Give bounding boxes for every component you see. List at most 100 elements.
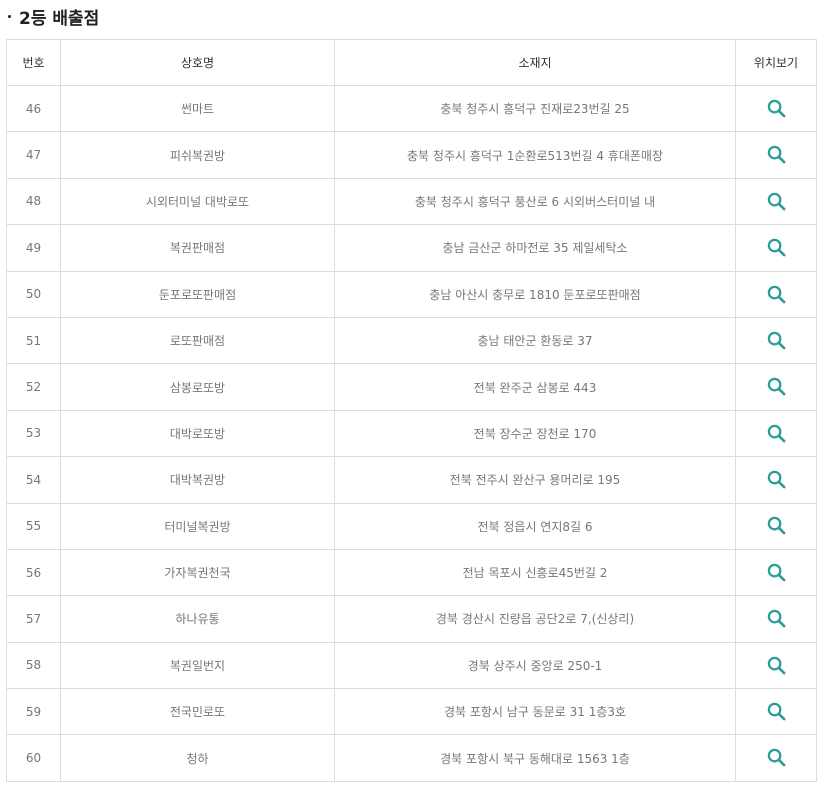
row-address: 경북 상주시 중앙로 250-1 bbox=[334, 641, 736, 690]
row-number: 54 bbox=[6, 456, 61, 504]
table-row: 58 복권일번지 경북 상주시 중앙로 250-1 bbox=[6, 641, 817, 690]
row-store-name: 복권판매점 bbox=[60, 224, 335, 272]
header-number: 번호 bbox=[6, 39, 61, 86]
row-number: 47 bbox=[6, 131, 61, 179]
search-icon bbox=[767, 702, 785, 721]
row-store-name: 삼봉로또방 bbox=[60, 363, 335, 411]
row-number: 60 bbox=[6, 734, 61, 782]
view-location-button[interactable] bbox=[764, 328, 788, 352]
view-location-button[interactable] bbox=[764, 653, 788, 677]
row-store-name: 전국민로또 bbox=[60, 688, 335, 736]
row-location-cell bbox=[735, 548, 817, 597]
header-location: 위치보기 bbox=[735, 39, 817, 86]
table-row: 59 전국민로또 경북 포항시 남구 동문로 31 1층3호 bbox=[6, 688, 817, 736]
row-number: 56 bbox=[6, 548, 61, 597]
row-address: 전북 정읍시 연지8길 6 bbox=[334, 502, 736, 550]
search-icon bbox=[767, 285, 785, 303]
row-location-cell bbox=[735, 688, 817, 736]
row-address: 충남 금산군 하마전로 35 제일세탁소 bbox=[334, 224, 736, 272]
table-row: 57 하나유통 경북 경산시 진량읍 공단2로 7,(신상리) bbox=[6, 595, 817, 643]
row-address: 충남 아산시 충무로 1810 둔포로또판매점 bbox=[334, 270, 736, 318]
store-table: 번호 상호명 소재지 위치보기 46 썬마트 충북 청주시 흥덕구 진재로23번길 … bbox=[6, 39, 817, 782]
view-location-button[interactable] bbox=[764, 282, 788, 306]
search-icon bbox=[767, 563, 785, 582]
view-location-button[interactable] bbox=[764, 189, 788, 213]
row-location-cell bbox=[735, 131, 817, 179]
row-address: 충남 태안군 환동로 37 bbox=[334, 316, 736, 365]
row-number: 53 bbox=[6, 409, 61, 458]
row-location-cell bbox=[735, 456, 817, 504]
table-row: 56 가자복권천국 전남 목포시 신흥로45번길 2 bbox=[6, 548, 817, 597]
row-store-name: 시외터미널 대박로또 bbox=[60, 177, 335, 226]
view-location-button[interactable] bbox=[764, 746, 788, 770]
table-row: 60 청하 경북 포항시 북구 동해대로 1563 1층 bbox=[6, 734, 817, 782]
search-icon bbox=[767, 656, 785, 675]
table-row: 47 피쉬복권방 충북 청주시 흥덕구 1순환로513번길 4 휴대폰매장 bbox=[6, 131, 817, 179]
table-row: 49 복권판매점 충남 금산군 하마전로 35 제일세탁소 bbox=[6, 224, 817, 272]
row-store-name: 대박로또방 bbox=[60, 409, 335, 458]
table-row: 48 시외터미널 대박로또 충북 청주시 흥덕구 풍산로 6 시외버스터미널 내 bbox=[6, 177, 817, 226]
row-location-cell bbox=[735, 409, 817, 458]
view-location-button[interactable] bbox=[764, 514, 788, 538]
row-number: 57 bbox=[6, 595, 61, 643]
table-header-row: 번호 상호명 소재지 위치보기 bbox=[6, 39, 817, 86]
table-body: 46 썬마트 충북 청주시 흥덕구 진재로23번길 25 47 피쉬복권방 충북 청주시 … bbox=[6, 84, 817, 782]
row-number: 51 bbox=[6, 316, 61, 365]
row-location-cell bbox=[735, 270, 817, 318]
title-bullet bbox=[8, 14, 11, 18]
row-address: 충북 청주시 흥덕구 풍산로 6 시외버스터미널 내 bbox=[334, 177, 736, 226]
row-number: 48 bbox=[6, 177, 61, 226]
row-store-name: 피쉬복권방 bbox=[60, 131, 335, 179]
row-address: 전북 완주군 삼봉로 443 bbox=[334, 363, 736, 411]
row-address: 경북 포항시 남구 동문로 31 1층3호 bbox=[334, 688, 736, 736]
row-location-cell bbox=[735, 641, 817, 690]
row-address: 충북 청주시 흥덕구 1순환로513번길 4 휴대폰매장 bbox=[334, 131, 736, 179]
row-store-name: 둔포로또판매점 bbox=[60, 270, 335, 318]
row-store-name: 복권일번지 bbox=[60, 641, 335, 690]
view-location-button[interactable] bbox=[764, 468, 788, 492]
row-location-cell bbox=[735, 502, 817, 550]
view-location-button[interactable] bbox=[764, 421, 788, 445]
row-location-cell bbox=[735, 734, 817, 782]
row-number: 59 bbox=[6, 688, 61, 736]
search-icon bbox=[767, 609, 785, 628]
view-location-button[interactable] bbox=[764, 375, 788, 399]
search-icon bbox=[767, 331, 785, 350]
search-icon bbox=[767, 99, 785, 118]
view-location-button[interactable] bbox=[764, 96, 788, 120]
row-store-name: 터미널복권방 bbox=[60, 502, 335, 550]
row-location-cell bbox=[735, 177, 817, 226]
table-header: 번호 상호명 소재지 위치보기 bbox=[6, 39, 817, 86]
row-store-name: 청하 bbox=[60, 734, 335, 782]
table-row: 46 썬마트 충북 청주시 흥덕구 진재로23번길 25 bbox=[6, 84, 817, 133]
table-row: 55 터미널복권방 전북 정읍시 연지8길 6 bbox=[6, 502, 817, 550]
table-row: 51 로또판매점 충남 태안군 환동로 37 bbox=[6, 316, 817, 365]
header-store-name: 상호명 bbox=[60, 39, 335, 86]
view-location-button[interactable] bbox=[764, 560, 788, 584]
row-number: 49 bbox=[6, 224, 61, 272]
row-store-name: 대박복권방 bbox=[60, 456, 335, 504]
view-location-button[interactable] bbox=[764, 236, 788, 260]
section-title-text: 2등 배출점 bbox=[19, 8, 100, 29]
row-store-name: 가자복권천국 bbox=[60, 548, 335, 597]
row-location-cell bbox=[735, 316, 817, 365]
row-store-name: 썬마트 bbox=[60, 84, 335, 133]
table-row: 54 대박복권방 전북 전주시 완산구 용머리로 195 bbox=[6, 456, 817, 504]
view-location-button[interactable] bbox=[764, 700, 788, 724]
table-row: 52 삼봉로또방 전북 완주군 삼봉로 443 bbox=[6, 363, 817, 411]
search-icon bbox=[767, 517, 785, 535]
view-location-button[interactable] bbox=[764, 143, 788, 167]
row-number: 50 bbox=[6, 270, 61, 318]
view-location-button[interactable] bbox=[764, 607, 788, 631]
row-store-name: 로또판매점 bbox=[60, 316, 335, 365]
row-address: 충북 청주시 흥덕구 진재로23번길 25 bbox=[334, 84, 736, 133]
row-number: 52 bbox=[6, 363, 61, 411]
row-number: 55 bbox=[6, 502, 61, 550]
row-number: 58 bbox=[6, 641, 61, 690]
search-icon bbox=[767, 192, 785, 211]
search-icon bbox=[767, 378, 785, 396]
header-address: 소재지 bbox=[334, 39, 736, 86]
search-icon bbox=[767, 146, 785, 164]
search-icon bbox=[767, 238, 785, 257]
row-address: 경북 경산시 진량읍 공단2로 7,(신상리) bbox=[334, 595, 736, 643]
